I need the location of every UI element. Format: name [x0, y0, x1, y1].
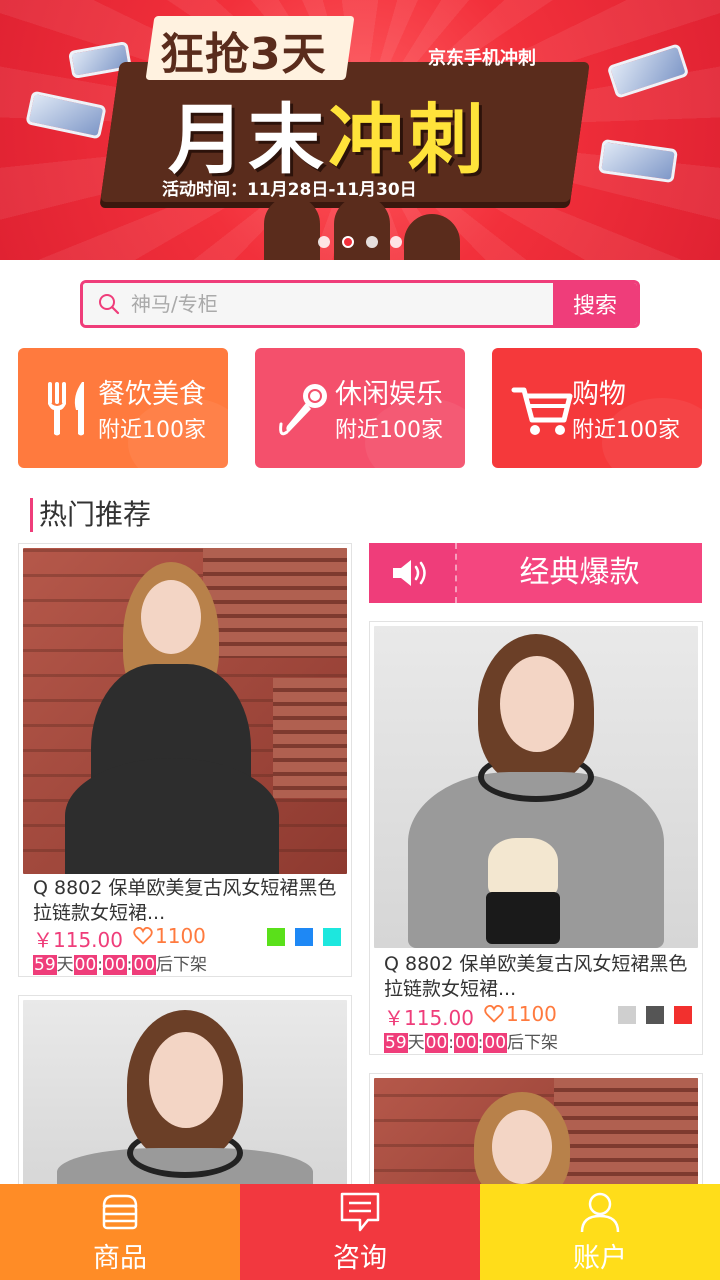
- likes-count: 1100: [506, 1002, 557, 1026]
- window-shutter: [203, 548, 347, 658]
- carousel-dots[interactable]: [318, 236, 402, 248]
- product-image[interactable]: [374, 626, 698, 948]
- store-icon: [102, 1194, 138, 1230]
- carousel-dot[interactable]: [366, 236, 378, 248]
- product-card[interactable]: [18, 995, 352, 1196]
- countdown-suffix: 后下架: [507, 1033, 559, 1053]
- microphone-icon: [279, 384, 327, 436]
- nav-consult[interactable]: 咨询: [240, 1184, 480, 1280]
- likes[interactable]: 1100: [484, 1002, 557, 1026]
- bottom-nav: 商品 咨询 账户: [0, 1184, 720, 1280]
- face: [492, 1110, 552, 1184]
- product-card[interactable]: Q 8802 保单欧美复古风女短裙黑色拉链款女短裙... ￥115.00 110…: [369, 621, 703, 1055]
- carousel-dot[interactable]: [318, 236, 330, 248]
- dress-skirt: [65, 758, 279, 874]
- face: [149, 1032, 223, 1128]
- product-image[interactable]: [23, 548, 347, 874]
- category-food-name: 餐饮美食: [98, 379, 206, 410]
- banner-brand: 京东手机冲刺: [428, 48, 536, 69]
- category-entertainment-name: 休闲娱乐: [335, 379, 443, 410]
- banner-main-yellow: 冲刺: [328, 95, 488, 184]
- speaker-icon: [393, 560, 426, 586]
- product-card[interactable]: [369, 1073, 703, 1194]
- sweater-collar: [478, 752, 594, 802]
- countdown-seconds: 00: [483, 1033, 508, 1053]
- heart-icon: [133, 926, 153, 945]
- cat-print-shirt: [486, 892, 560, 944]
- face: [141, 580, 201, 654]
- nav-consult-label: 咨询: [333, 1243, 387, 1274]
- banner-top-text: 狂抢3天: [160, 29, 327, 80]
- nav-account[interactable]: 账户: [480, 1184, 720, 1280]
- price-row: ￥115.00 1100: [33, 924, 343, 952]
- countdown-minutes: 00: [103, 955, 127, 975]
- color-swatches: [618, 1006, 692, 1024]
- nav-account-label: 账户: [573, 1243, 627, 1274]
- countdown-days: 59: [384, 1033, 408, 1053]
- product-image[interactable]: [374, 1078, 698, 1194]
- countdown-hours: 00: [73, 955, 98, 975]
- search-icon: [99, 294, 120, 315]
- nav-goods-label: 商品: [93, 1243, 147, 1274]
- likes[interactable]: 1100: [133, 924, 206, 948]
- nav-goods[interactable]: 商品: [0, 1184, 240, 1280]
- carousel-dot-active[interactable]: [342, 236, 354, 248]
- cat-print: [488, 838, 558, 896]
- banner-figure: [264, 196, 320, 260]
- search-field[interactable]: [83, 283, 553, 325]
- product-price: ￥115.00: [384, 1006, 474, 1030]
- countdown-days: 59: [33, 955, 57, 975]
- countdown-day-label: 天: [407, 1033, 425, 1053]
- category-food[interactable]: 餐饮美食 附近100家: [18, 348, 228, 468]
- window-shutter: [554, 1078, 698, 1188]
- countdown-hours: 00: [424, 1033, 449, 1053]
- swatch-0[interactable]: [618, 1006, 636, 1024]
- product-title[interactable]: Q 8802 保单欧美复古风女短裙黑色拉链款女短裙...: [33, 876, 343, 926]
- chat-icon: [340, 1192, 380, 1232]
- likes-count: 1100: [155, 924, 206, 948]
- cart-icon: [511, 387, 573, 435]
- price-row: ￥115.00 1100: [384, 1002, 694, 1030]
- category-shopping-name: 购物: [572, 379, 626, 410]
- swatch-2[interactable]: [674, 1006, 692, 1024]
- product-image[interactable]: [23, 1000, 347, 1196]
- search-button[interactable]: 搜索: [553, 283, 637, 325]
- product-price: ￥115.00: [33, 928, 123, 952]
- category-shopping[interactable]: 购物 附近100家: [492, 348, 702, 468]
- countdown: 59天00:00:00后下架: [33, 950, 207, 975]
- product-title[interactable]: Q 8802 保单欧美复古风女短裙黑色拉链款女短裙...: [384, 952, 694, 1002]
- user-icon: [580, 1192, 620, 1233]
- face: [500, 656, 574, 752]
- section-title: 热门推荐: [30, 498, 151, 532]
- category-entertainment[interactable]: 休闲娱乐 附近100家: [255, 348, 465, 468]
- swatch-1[interactable]: [295, 928, 313, 946]
- category-food-sub: 附近100家: [98, 418, 206, 443]
- swatch-1[interactable]: [646, 1006, 664, 1024]
- countdown-minutes: 00: [454, 1033, 478, 1053]
- swatch-2[interactable]: [323, 928, 341, 946]
- search-bar: 搜索: [80, 280, 640, 328]
- countdown-seconds: 00: [132, 955, 157, 975]
- promo-banner[interactable]: 狂抢3天 京东手机冲刺 月末冲刺 活动时间：11月28日-11月30日: [0, 0, 720, 260]
- countdown-day-label: 天: [56, 955, 74, 975]
- search-input[interactable]: [131, 292, 511, 316]
- carousel-dot[interactable]: [390, 236, 402, 248]
- heart-icon: [484, 1004, 504, 1023]
- sweater-collar: [127, 1128, 243, 1178]
- category-shopping-sub: 附近100家: [572, 418, 680, 443]
- swatch-0[interactable]: [267, 928, 285, 946]
- color-swatches: [267, 928, 341, 946]
- banner-figure: [334, 196, 390, 260]
- classic-icon-box: [369, 543, 457, 603]
- product-card[interactable]: Q 8802 保单欧美复古风女短裙黑色拉链款女短裙... ￥115.00 110…: [18, 543, 352, 977]
- fork-knife-icon: [48, 382, 84, 436]
- banner-main-text: 月末冲刺: [168, 78, 488, 188]
- category-entertainment-sub: 附近100家: [335, 418, 443, 443]
- countdown: 59天00:00:00后下架: [384, 1028, 558, 1053]
- window-shutter: [273, 678, 347, 798]
- countdown-suffix: 后下架: [156, 955, 208, 975]
- classic-hot-banner[interactable]: 经典爆款: [369, 543, 702, 603]
- banner-main-white: 月末: [168, 95, 328, 184]
- classic-label: 经典爆款: [519, 555, 640, 590]
